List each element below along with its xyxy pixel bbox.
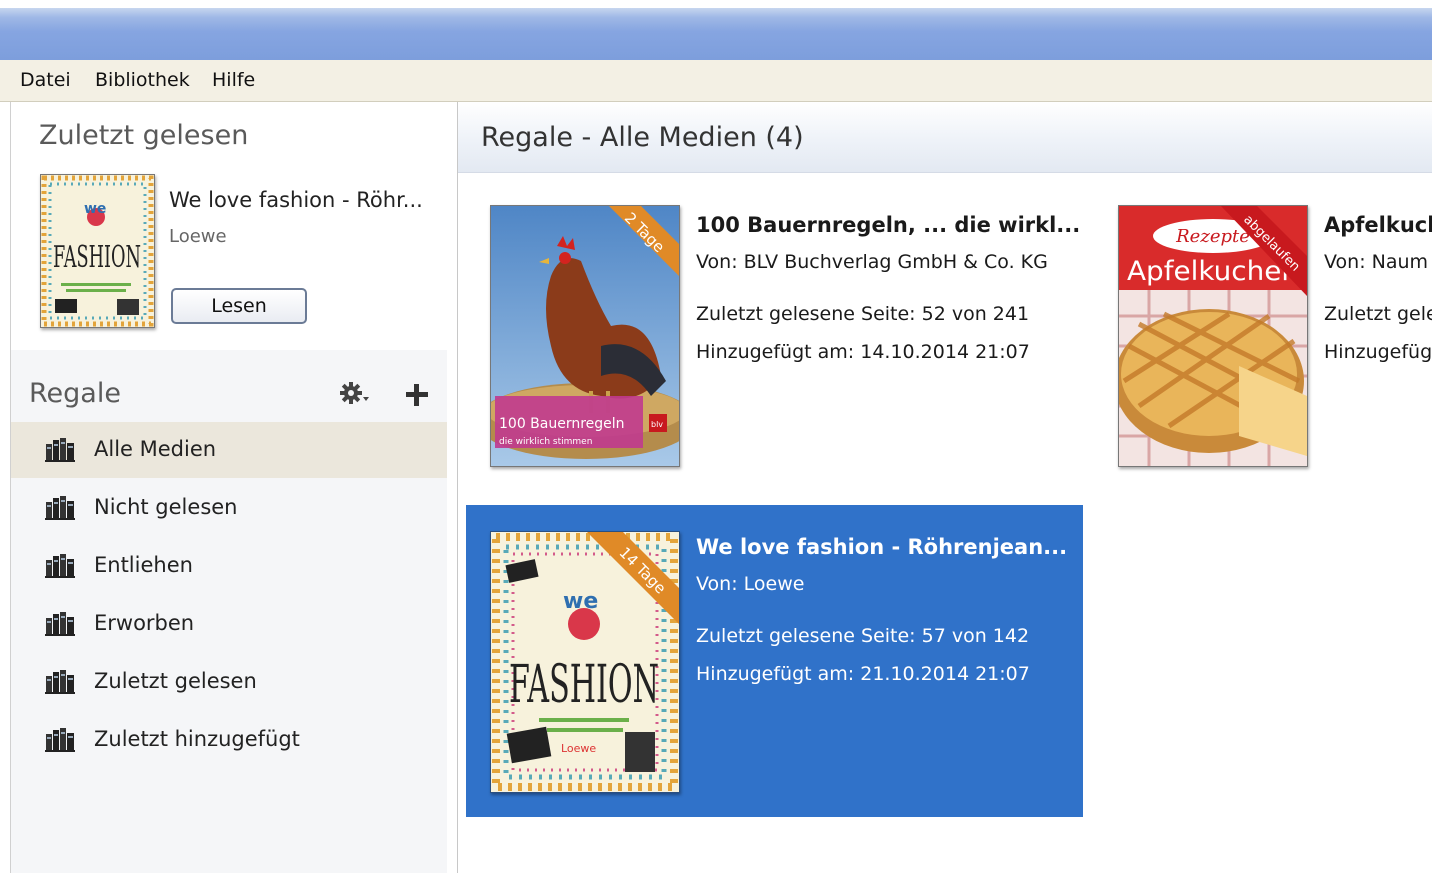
cover-we-text: we xyxy=(563,589,598,614)
page-title: Regale - Alle Medien (4) xyxy=(481,122,804,153)
bookshelf-icon xyxy=(45,554,75,578)
cover-subtitle-text: die wirklich stimmen xyxy=(499,437,592,447)
book-card[interactable]: Rezepte Apfelkuchen abgelaufen Apfelkuch… xyxy=(1098,187,1432,487)
shelves-title: Regale xyxy=(29,378,121,409)
recent-book-author: Loewe xyxy=(169,226,227,247)
plus-icon[interactable] xyxy=(405,383,429,407)
bookshelf-icon xyxy=(45,612,75,636)
recent-book-title[interactable]: We love fashion - Röhr... xyxy=(169,188,423,212)
window-title-bar xyxy=(0,0,1432,60)
cover-title-text: 100 Bauernregeln xyxy=(499,416,625,432)
sidebar-item-shelf[interactable]: Entliehen xyxy=(11,538,447,594)
sidebar-item-shelf[interactable]: Zuletzt gelesen xyxy=(11,654,447,710)
book-last-page: Zuletzt gelesene Seite: 52 von 241 xyxy=(696,303,1030,325)
book-added-date: Hinzugefüg xyxy=(1324,341,1432,363)
book-card-selected[interactable]: we FASHION Loewe 14 Tage We love fashion… xyxy=(466,505,1083,817)
sidebar-item-label: Alle Medien xyxy=(94,437,217,461)
sidebar-item-label: Nicht gelesen xyxy=(94,495,238,519)
cover-brand-text: Rezepte xyxy=(1175,226,1250,247)
read-button[interactable]: Lesen xyxy=(171,288,307,324)
shelves-panel: Regale Alle Medien Nicht gelesen Entliehen… xyxy=(11,350,447,873)
sidebar-item-shelf[interactable]: Zuletzt hinzugefügt xyxy=(11,712,447,768)
fashion-cover: we FASHION Loewe 14 Tage xyxy=(491,532,679,792)
main-content: Regale - Alle Medien (4) 100 Bauernregel… xyxy=(458,102,1432,873)
menu-bar: Datei Bibliothek Hilfe xyxy=(0,60,1432,102)
sidebar-item-label: Zuletzt hinzugefügt xyxy=(94,727,300,751)
sidebar: Zuletzt gelesen we FASHION We love fashi… xyxy=(10,102,458,873)
bookshelf-icon xyxy=(45,438,75,462)
rooster-cover: 100 Bauernregeln die wirklich stimmen bl… xyxy=(491,206,679,466)
book-cover[interactable]: 100 Bauernregeln die wirklich stimmen bl… xyxy=(490,205,680,467)
bookshelf-icon xyxy=(45,496,75,520)
sidebar-item-shelf[interactable]: Erworben xyxy=(11,596,447,652)
bookshelf-icon xyxy=(45,670,75,694)
sidebar-item-label: Erworben xyxy=(94,611,195,635)
bookshelf-icon xyxy=(45,728,75,752)
cover-publisher-text: Loewe xyxy=(561,742,596,755)
book-last-page: Zuletzt gelesene Seite: 57 von 142 xyxy=(696,625,1030,647)
fashion-cover-thumb: we FASHION xyxy=(41,175,154,327)
book-cover[interactable]: we FASHION Loewe 14 Tage xyxy=(490,531,680,793)
book-author: Von: BLV Buchverlag GmbH & Co. KG xyxy=(696,251,1048,273)
cover-title-text: Apfelkuchen xyxy=(1127,256,1299,287)
apfelkuchen-cover: Rezepte Apfelkuchen abgelaufen xyxy=(1119,206,1307,466)
recently-read-title: Zuletzt gelesen xyxy=(39,120,249,151)
publisher-mark: blv xyxy=(651,420,663,429)
book-cover[interactable]: Rezepte Apfelkuchen abgelaufen xyxy=(1118,205,1308,467)
book-card[interactable]: 100 Bauernregeln die wirklich stimmen bl… xyxy=(468,187,1080,487)
cover-fashion-text: FASHION xyxy=(509,655,659,715)
main-header: Regale - Alle Medien (4) xyxy=(458,102,1432,173)
sidebar-item-shelf[interactable]: Alle Medien xyxy=(11,422,447,478)
recently-read-panel: Zuletzt gelesen we FASHION We love fashi… xyxy=(11,102,447,350)
gear-icon[interactable] xyxy=(339,380,371,406)
sidebar-item-label: Entliehen xyxy=(94,553,193,577)
sidebar-item-shelf[interactable]: Nicht gelesen xyxy=(11,480,447,536)
book-last-page: Zuletzt gele xyxy=(1324,303,1432,325)
book-title[interactable]: Apfelkuch xyxy=(1324,213,1432,237)
book-title[interactable]: We love fashion - Röhrenjean... xyxy=(696,535,1067,559)
book-author: Von: Loewe xyxy=(696,573,805,595)
recent-book-cover[interactable]: we FASHION xyxy=(40,174,155,328)
menu-datei[interactable]: Datei xyxy=(20,69,71,91)
cover-fashion-text: FASHION xyxy=(53,240,141,275)
book-author: Von: Naum xyxy=(1324,251,1429,273)
menu-bibliothek[interactable]: Bibliothek xyxy=(95,69,190,91)
book-added-date: Hinzugefügt am: 21.10.2014 21:07 xyxy=(696,663,1030,685)
cover-we-text: we xyxy=(84,201,106,217)
menu-hilfe[interactable]: Hilfe xyxy=(212,69,255,91)
book-added-date: Hinzugefügt am: 14.10.2014 21:07 xyxy=(696,341,1030,363)
book-title[interactable]: 100 Bauernregeln, ... die wirkl... xyxy=(696,213,1080,237)
sidebar-item-label: Zuletzt gelesen xyxy=(94,669,257,693)
